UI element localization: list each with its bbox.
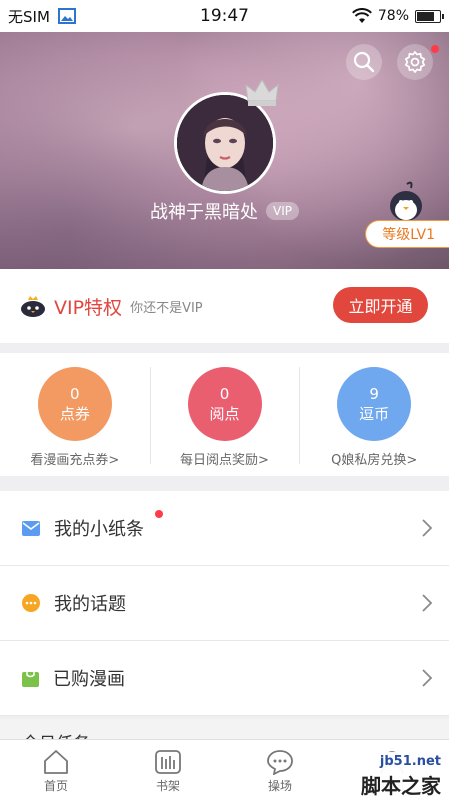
menu-item-purchased[interactable]: 已购漫画 <box>0 641 449 716</box>
carrier-label: 无SIM <box>8 7 50 26</box>
coins-link[interactable]: Q娘私房兑换> <box>331 449 417 468</box>
crown-icon <box>245 79 279 106</box>
chat-bubble-icon <box>22 594 40 612</box>
menu-item-topics[interactable]: 我的话题 <box>0 566 449 641</box>
coupons-value: 0 <box>70 385 80 403</box>
chevron-right-icon <box>422 594 433 612</box>
coins-value: 9 <box>369 385 379 403</box>
nav-label-playground: 操场 <box>267 779 292 793</box>
status-bar: 无SIM 19:47 78% <box>0 0 449 32</box>
messages-notification-dot <box>155 510 163 518</box>
menu-label-purchased: 已购漫画 <box>53 669 125 690</box>
nav-label-bookshelf: 书架 <box>155 779 180 793</box>
vip-mascot-icon <box>21 296 45 317</box>
mascot-penguin-icon <box>390 181 422 221</box>
chat-icon <box>267 750 293 775</box>
vip-section: VIP特权 你还不是VIP 立即开通 <box>0 269 449 343</box>
coins-circle[interactable]: 9 逗币 <box>337 367 412 441</box>
watermark-url: jb51.net <box>379 754 441 769</box>
battery-percent: 78% <box>377 8 409 24</box>
nav-home[interactable]: 首页 <box>0 740 112 800</box>
coupons-unit: 点券 <box>59 405 90 423</box>
nav-label-home: 首页 <box>43 779 68 793</box>
stats-section: 0 点券 看漫画充点券> 0 阅点 每日阅点奖励> 9 逗币 Q娘私房兑换> <box>0 353 449 476</box>
coins-unit: 逗币 <box>359 405 390 423</box>
search-icon <box>353 51 375 73</box>
home-icon <box>44 750 68 774</box>
chevron-right-icon <box>422 669 433 687</box>
vip-subtitle: 你还不是VIP <box>130 300 203 316</box>
wifi-icon <box>351 8 372 23</box>
image-notification-icon <box>57 8 76 24</box>
menu-label-messages: 我的小纸条 <box>54 519 144 540</box>
battery-icon <box>415 9 444 23</box>
vip-title: VIP特权 <box>54 296 123 319</box>
open-vip-button[interactable]: 立即开通 <box>333 287 428 323</box>
watermark-text: 脚本之家 <box>361 774 441 798</box>
gear-icon <box>404 51 426 73</box>
nav-bookshelf[interactable]: 书架 <box>112 740 224 800</box>
profile-header: 战神于黑暗处 VIP 等级LV1 <box>0 32 449 269</box>
level-badge[interactable]: 等级LV1 <box>365 220 449 248</box>
envelope-icon <box>22 520 40 536</box>
stat-coins[interactable]: 9 逗币 Q娘私房兑换> <box>299 353 449 476</box>
reading-points-unit: 阅点 <box>209 405 240 423</box>
chevron-right-icon <box>422 519 433 537</box>
settings-notification-dot <box>431 45 439 53</box>
stat-reading-points[interactable]: 0 阅点 每日阅点奖励> <box>149 353 300 476</box>
menu-item-messages[interactable]: 我的小纸条 <box>0 491 449 566</box>
search-button[interactable] <box>346 44 382 80</box>
menu-label-topics: 我的话题 <box>54 594 126 615</box>
reading-points-circle[interactable]: 0 阅点 <box>187 367 262 441</box>
reading-points-link[interactable]: 每日阅点奖励> <box>180 449 269 468</box>
menu-list: 我的小纸条 我的话题 已购漫画 <box>0 491 449 716</box>
site-watermark: jb51.net 脚本之家 <box>299 752 449 800</box>
coupons-circle[interactable]: 0 点券 <box>37 367 112 441</box>
bookshelf-icon <box>155 750 181 774</box>
settings-button[interactable] <box>397 44 433 80</box>
username: 战神于黑暗处 <box>150 202 258 223</box>
shopping-bag-icon <box>22 672 39 687</box>
vip-tag: VIP <box>266 202 299 220</box>
avatar-portrait <box>177 95 273 191</box>
stat-coupons[interactable]: 0 点券 看漫画充点券> <box>0 353 150 476</box>
reading-points-value: 0 <box>219 385 230 403</box>
coupons-link[interactable]: 看漫画充点券> <box>30 449 119 468</box>
